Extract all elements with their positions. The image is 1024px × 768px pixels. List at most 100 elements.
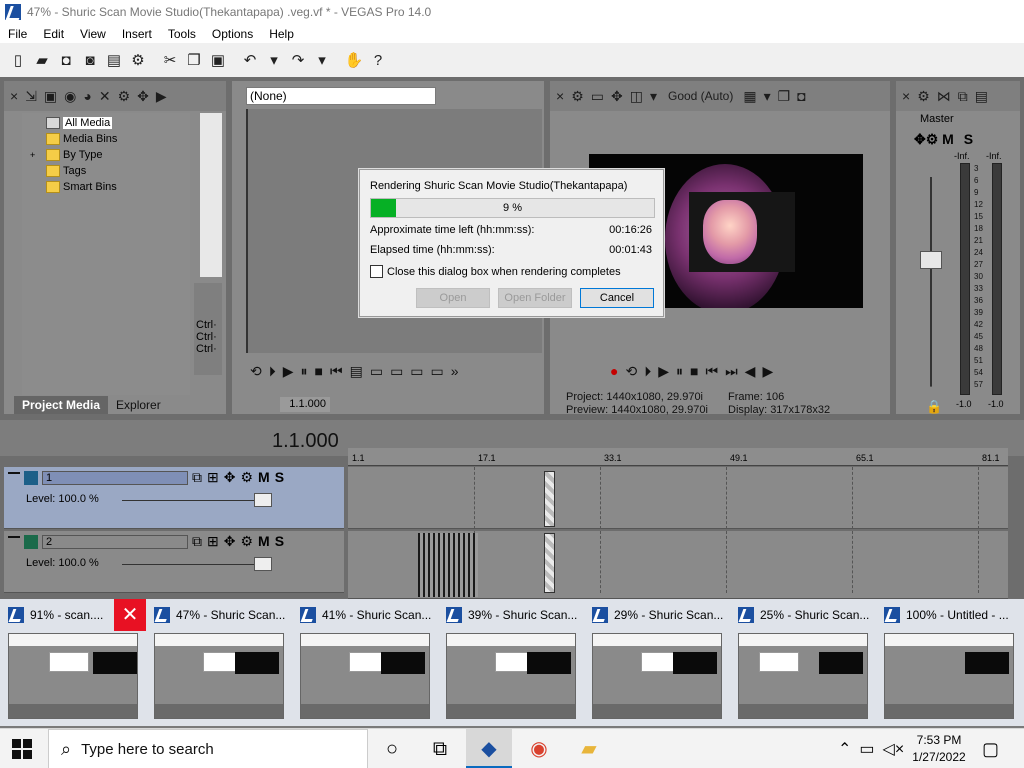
video-fx-icon[interactable]: ✥ <box>611 88 623 105</box>
media-clip[interactable] <box>544 533 555 593</box>
pause-icon[interactable]: ⏸ <box>301 363 308 380</box>
save-icon[interactable]: ◘ <box>56 50 76 70</box>
track-lane-1[interactable] <box>348 467 1008 529</box>
track-solo-button[interactable]: S <box>275 533 284 549</box>
copy-icon[interactable]: ❐ <box>184 50 204 70</box>
properties-gear-icon[interactable]: ⚙ <box>128 50 148 70</box>
master-fader-knob[interactable] <box>920 251 942 269</box>
remove-media-icon[interactable]: ✕ <box>99 88 111 105</box>
vegas-taskbar-icon[interactable]: ◆ <box>477 737 501 761</box>
extract-audio-icon[interactable]: ◕ <box>83 88 91 104</box>
tray-overflow-chevron-icon[interactable]: ⌃ <box>838 739 851 759</box>
timeline-ruler[interactable]: 1.1 17.1 33.1 49.1 65.1 81.1 <box>348 448 1008 466</box>
notification-center-icon[interactable]: ▢ <box>982 739 999 760</box>
tab-explorer[interactable]: Explorer <box>108 396 169 414</box>
cortana-icon[interactable]: ○ <box>380 737 404 761</box>
taskbar-search-box[interactable]: ⌕ Type here to search <box>48 729 368 768</box>
menu-help[interactable]: Help <box>261 27 302 41</box>
track-mute-button[interactable]: M <box>258 469 270 485</box>
tree-item-by-type[interactable]: By Type <box>46 147 103 162</box>
play-icon[interactable]: ▶ <box>658 363 669 380</box>
menu-insert[interactable]: Insert <box>114 27 160 41</box>
paste-icon[interactable]: ▣ <box>208 50 228 70</box>
track-level-knob[interactable] <box>254 493 272 507</box>
chrome-icon[interactable]: ◉ <box>527 737 551 761</box>
menu-file[interactable]: File <box>0 27 35 41</box>
split-screen-icon[interactable]: ◫ <box>630 88 643 105</box>
track-gear-icon[interactable]: ⚙ <box>240 533 253 550</box>
tree-item-media-bins[interactable]: Media Bins <box>46 131 117 146</box>
track-mute-button[interactable]: M <box>258 533 270 549</box>
preview-properties-icon[interactable]: ⚙ <box>571 88 584 105</box>
track-name-field[interactable]: 1 <box>42 471 188 485</box>
master-menu-icon[interactable]: ▤ <box>975 88 988 105</box>
menu-edit[interactable]: Edit <box>35 27 72 41</box>
import-media-icon[interactable]: ⇲ <box>25 88 37 105</box>
media-properties-icon[interactable]: ⚙ <box>118 88 131 105</box>
open-folder-button[interactable]: Open Folder <box>498 288 572 308</box>
track-gear-icon[interactable]: ⚙ <box>240 469 253 486</box>
master-mute-button[interactable]: M <box>942 131 954 147</box>
master-gear-icon[interactable]: ⚙ <box>917 88 930 105</box>
close-panel-icon[interactable]: × <box>10 88 18 104</box>
network-icon[interactable]: ▭ <box>859 739 874 759</box>
close-when-done-checkbox[interactable] <box>370 265 383 278</box>
media-clip[interactable] <box>544 471 555 527</box>
task-view-icon[interactable]: ⧉ <box>428 737 452 761</box>
fit-to-fill-icon[interactable]: ▭ <box>410 363 423 380</box>
thumbnail-window-4[interactable]: 39% - Shuric Scan... <box>438 599 584 726</box>
redo-dropdown-icon[interactable]: ▾ <box>312 50 332 70</box>
tree-item-all-media[interactable]: All Media <box>46 115 113 130</box>
add-after-cursor-icon[interactable]: ▭ <box>370 363 383 380</box>
menu-view[interactable]: View <box>72 27 114 41</box>
thumbnail-window-7[interactable]: 100% - Untitled - ... <box>876 599 1022 726</box>
track-motion-icon[interactable]: ⧉ <box>192 533 202 550</box>
master-fx-chain-icon[interactable]: ✥⚙ <box>914 131 938 147</box>
collapse-track-icon[interactable] <box>8 536 20 538</box>
thumbnail-window-5[interactable]: 29% - Shuric Scan... <box>584 599 730 726</box>
save-as-icon[interactable]: ◙ <box>80 50 100 70</box>
next-frame-icon[interactable]: ▶ <box>762 363 773 380</box>
quality-dropdown-icon[interactable]: ▾ <box>650 88 657 105</box>
cancel-button[interactable]: Cancel <box>580 288 654 308</box>
preview-quality[interactable]: Good (Auto) <box>668 89 733 103</box>
track-compositing-icon[interactable]: ⊞ <box>207 533 219 550</box>
windows-start-icon[interactable] <box>12 739 32 759</box>
track-motion-icon[interactable]: ⧉ <box>192 469 202 486</box>
video-track-2[interactable]: 2 ⧉ ⊞ ✥ ⚙ M S Level: 100.0 % <box>4 531 344 593</box>
master-lock-icon[interactable]: 🔒 <box>926 399 942 415</box>
track-level-slider[interactable] <box>122 564 262 565</box>
more-icon[interactable]: » <box>451 363 459 380</box>
tree-scrollbar[interactable] <box>200 113 222 277</box>
file-explorer-icon[interactable]: ▰ <box>577 737 601 761</box>
tree-item-tags[interactable]: Tags <box>46 163 86 178</box>
track-lane-2[interactable] <box>348 531 1008 599</box>
menu-tools[interactable]: Tools <box>160 27 204 41</box>
select-all-icon[interactable]: ▭ <box>431 363 444 380</box>
open-folder-icon[interactable]: ▰ <box>32 50 52 70</box>
track-level-slider[interactable] <box>122 500 262 501</box>
menu-options[interactable]: Options <box>204 27 261 41</box>
media-fx-icon[interactable]: ✥ <box>137 88 149 105</box>
help-question-icon[interactable]: ? <box>368 50 388 70</box>
loop-icon[interactable]: ⟲ <box>625 363 637 380</box>
play-from-start-icon[interactable]: ⏵ <box>644 363 651 380</box>
redo-icon[interactable]: ↷ <box>288 50 308 70</box>
go-to-start-icon[interactable]: ⏮ <box>330 363 343 380</box>
taskbar-clock[interactable]: 7:53 PM 1/27/2022 <box>904 732 974 766</box>
thumbnail-window-1[interactable]: 91% - scan.... ✕ <box>0 599 146 726</box>
record-icon[interactable]: ● <box>610 363 618 380</box>
stop-icon[interactable]: ■ <box>315 363 323 380</box>
play-from-start-icon[interactable]: ⏵ <box>269 363 276 380</box>
undo-dropdown-icon[interactable]: ▾ <box>264 50 284 70</box>
overlays-dropdown-icon[interactable]: ▾ <box>764 88 771 105</box>
render-icon[interactable]: ▤ <box>104 50 124 70</box>
go-to-start-icon[interactable]: ⏮ <box>705 363 718 380</box>
video-track-1[interactable]: 1 ⧉ ⊞ ✥ ⚙ M S Level: 100.0 % <box>4 467 344 529</box>
collapse-track-icon[interactable] <box>8 472 20 474</box>
interactive-tutorials-icon[interactable]: ✋ <box>344 50 364 70</box>
cut-icon[interactable]: ✂ <box>160 50 180 70</box>
save-snapshot-icon[interactable]: ◘ <box>797 88 805 104</box>
undo-icon[interactable]: ↶ <box>240 50 260 70</box>
track-fx-icon[interactable]: ✥ <box>224 469 236 486</box>
